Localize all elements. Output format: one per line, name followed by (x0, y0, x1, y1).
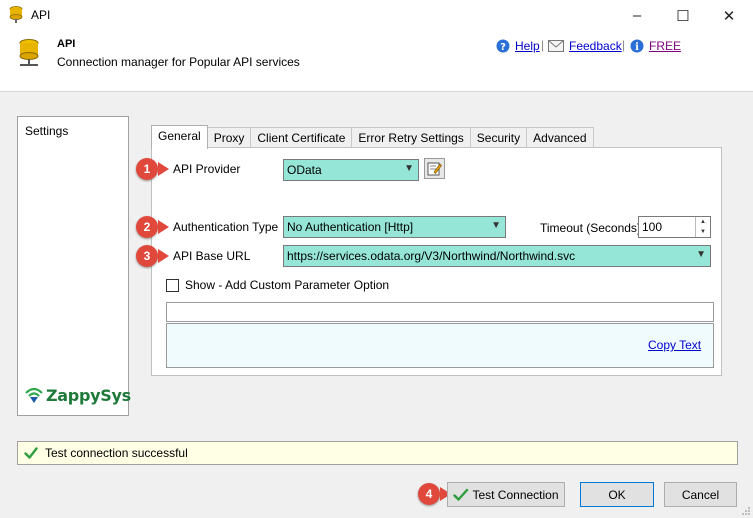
auth-type-select[interactable]: No Authentication [Http] ▼ (283, 216, 506, 238)
svg-text:i: i (635, 42, 639, 53)
show-params-checkbox[interactable] (166, 279, 179, 292)
callout-2: 2 (136, 216, 169, 238)
callout-arrow (158, 249, 169, 263)
callout-arrow (158, 220, 169, 234)
callout-badge: 1 (136, 158, 158, 180)
chevron-down-icon: ▼ (696, 249, 706, 260)
callout-arrow (158, 162, 169, 176)
maximize-button[interactable]: ☐ (660, 0, 706, 31)
sidebar: Settings ZappySys (17, 116, 131, 416)
zappysys-logo: ZappySys (24, 385, 131, 405)
status-bar: Test connection successful (17, 441, 738, 465)
tab-proxy[interactable]: Proxy (206, 127, 252, 149)
info-icon: i (630, 39, 644, 53)
tab-client-certificate[interactable]: Client Certificate (250, 127, 353, 149)
api-base-url-label: API Base URL (173, 249, 251, 263)
timeout-value: 100 (642, 220, 663, 234)
callout-badge: 4 (418, 483, 440, 505)
resize-grip-icon[interactable] (741, 506, 751, 516)
divider: | (541, 38, 545, 52)
help-icon: ? (496, 39, 510, 53)
callout-badge: 2 (136, 216, 158, 238)
edit-icon (427, 162, 442, 176)
spinner-buttons: ▲ ▼ (695, 217, 710, 237)
param-input[interactable] (166, 302, 714, 322)
header-separator (0, 91, 753, 92)
callout-badge: 3 (136, 245, 158, 267)
help-link[interactable]: Help (515, 39, 540, 53)
checkmark-icon (24, 447, 38, 459)
api-base-url-value: https://services.odata.org/V3/Northwind/… (287, 249, 576, 263)
tab-general[interactable]: General (151, 125, 208, 149)
logo-text: ZappySys (46, 385, 131, 405)
edit-provider-button[interactable] (424, 158, 445, 179)
cancel-button[interactable]: Cancel (664, 482, 737, 507)
tab-strip: General Proxy Client Certificate Error R… (151, 125, 594, 149)
database-icon (9, 6, 23, 23)
close-button[interactable]: ✕ (706, 0, 752, 31)
wifi-logo-icon (25, 387, 43, 403)
header-title: API (57, 38, 76, 50)
header-subtitle: Connection manager for Popular API servi… (57, 55, 300, 69)
api-provider-label: API Provider (173, 162, 241, 176)
test-connection-label: Test Connection (472, 487, 559, 502)
description-box: Copy Text (166, 323, 714, 368)
feedback-link[interactable]: Feedback (569, 39, 622, 53)
ok-button[interactable]: OK (580, 482, 654, 507)
window-title: API (31, 8, 51, 22)
tab-error-retry-settings[interactable]: Error Retry Settings (351, 127, 471, 149)
minimize-button[interactable]: – (614, 0, 660, 31)
api-base-url-select[interactable]: https://services.odata.org/V3/Northwind/… (283, 245, 711, 267)
svg-text:?: ? (500, 42, 506, 53)
callout-1: 1 (136, 158, 169, 180)
title-bar: API – ☐ ✕ (0, 0, 753, 31)
sidebar-item-settings[interactable]: Settings (25, 124, 68, 138)
tab-advanced[interactable]: Advanced (526, 127, 594, 149)
database-icon (19, 39, 39, 66)
mail-icon (548, 40, 564, 52)
auth-type-value: No Authentication [Http] (287, 220, 414, 234)
chevron-down-icon: ▼ (491, 220, 501, 231)
auth-type-label: Authentication Type (173, 220, 279, 234)
api-provider-select[interactable]: OData ▼ (283, 159, 419, 181)
spin-down-icon[interactable]: ▼ (696, 227, 710, 237)
chevron-down-icon: ▼ (404, 163, 414, 174)
timeout-spinner[interactable]: 100 ▲ ▼ (638, 216, 711, 238)
tab-security[interactable]: Security (469, 127, 528, 149)
checkmark-icon (453, 488, 469, 501)
spin-up-icon[interactable]: ▲ (696, 217, 710, 227)
api-provider-value: OData (287, 163, 322, 177)
free-link[interactable]: FREE (649, 39, 681, 53)
divider: | (622, 38, 626, 52)
copy-text-link[interactable]: Copy Text (648, 338, 701, 352)
timeout-label: Timeout (Seconds) (540, 221, 641, 235)
callout-3: 3 (136, 245, 169, 267)
show-params-label: Show - Add Custom Parameter Option (185, 278, 390, 292)
status-text: Test connection successful (45, 446, 188, 460)
test-connection-button[interactable]: Test Connection (447, 482, 565, 507)
